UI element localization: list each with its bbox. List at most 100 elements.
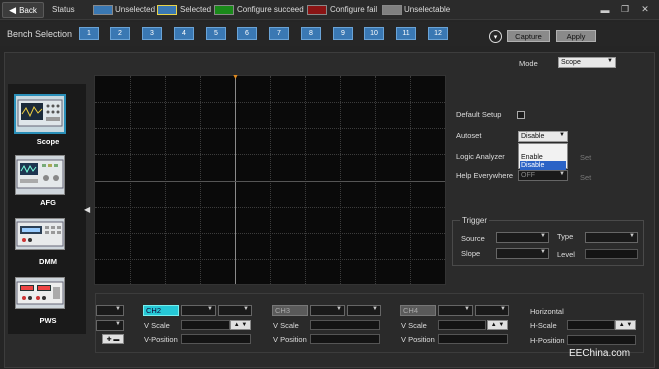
legend-label-fail: Configure fail — [330, 5, 378, 14]
ch3-vscale-label: V Scale — [273, 321, 299, 330]
help-everywhere-value: OFF — [521, 172, 535, 179]
ch4-vscale-field[interactable] — [438, 320, 486, 330]
bench-button-2[interactable]: 2 — [110, 27, 130, 40]
trigger-source-label: Source — [461, 234, 485, 243]
trigger-level-label: Level — [557, 250, 575, 259]
legend-label-succeed: Configure succeed — [237, 5, 304, 14]
ch2-vscale-field[interactable] — [181, 320, 230, 330]
bench-button-12[interactable]: 12 — [428, 27, 448, 40]
ch4-vscale-stepper[interactable]: ▲ ▼ — [487, 320, 508, 330]
chevron-down-icon: ▼ — [540, 249, 546, 255]
bench-button-3[interactable]: 3 — [142, 27, 162, 40]
trigger-slope-select[interactable]: ▼ — [496, 248, 549, 259]
function-generator-icon — [16, 159, 64, 189]
ch3-vposition-label: V Position — [273, 335, 307, 344]
ch3-tag: CH3 — [272, 305, 308, 316]
ch4-vposition-label: V Position — [401, 335, 435, 344]
chevron-down-circle-icon[interactable]: ▾ — [489, 30, 502, 43]
ch2-vscale-label: V Scale — [144, 321, 170, 330]
autoset-dropdown: Enable Disable — [518, 143, 568, 171]
scope-display: ▼ — [94, 74, 446, 285]
h-scale-stepper[interactable]: ▲ ▼ — [615, 320, 636, 330]
h-scale-label: H-Scale — [530, 321, 557, 330]
default-setup-label: Default Setup — [456, 110, 502, 119]
trigger-group — [452, 220, 644, 266]
ch3-coupling-select: ▼ — [310, 305, 345, 316]
ch1-vscale-field[interactable]: ▼ — [96, 320, 124, 331]
ch2-tag[interactable]: CH2 — [143, 305, 179, 316]
bench-button-1[interactable]: 1 — [79, 27, 99, 40]
chevron-down-icon: ▼ — [115, 306, 121, 312]
default-setup-checkbox[interactable] — [517, 111, 525, 119]
chevron-down-icon: ▼ — [500, 306, 506, 312]
mode-select[interactable]: Scope ▼ — [558, 57, 616, 68]
trigger-title: Trigger — [460, 216, 490, 225]
ch4-vposition-slider[interactable] — [438, 334, 508, 344]
trigger-slope-label: Slope — [461, 249, 481, 258]
ch2-vposition-slider[interactable] — [181, 334, 251, 344]
instrument-scope[interactable] — [14, 94, 66, 134]
ch3-probe-select: ▼ — [347, 305, 381, 316]
legend-label-unselected: Unselected — [115, 5, 156, 14]
instrument-dmm[interactable] — [15, 218, 65, 250]
chevron-down-icon: ▼ — [372, 306, 378, 312]
trigger-type-label: Type — [557, 232, 574, 241]
restore-icon[interactable]: ❐ — [618, 3, 632, 16]
legend-label-unselectable: Unselectable — [404, 5, 451, 14]
mode-value: Scope — [561, 59, 581, 66]
h-position-slider[interactable] — [567, 335, 636, 345]
collapse-sidebar-icon[interactable]: ◀ — [84, 205, 92, 217]
ch1-vposition-stepper[interactable]: ✚ ▬ — [102, 334, 124, 344]
ch2-vscale-stepper[interactable]: ▲ ▼ — [230, 320, 251, 330]
autoset-label: Autoset — [456, 131, 482, 140]
bench-button-5[interactable]: 5 — [206, 27, 226, 40]
autoset-select[interactable]: Disable ▼ — [518, 131, 568, 142]
instrument-afg[interactable] — [15, 155, 65, 195]
autoset-value: Disable — [521, 133, 545, 140]
back-label: Back — [19, 5, 37, 15]
ch2-probe-select[interactable]: ▼ — [218, 305, 252, 316]
chevron-down-icon: ▼ — [607, 58, 613, 64]
h-position-label: H-Position — [530, 336, 565, 345]
bench-button-9[interactable]: 9 — [333, 27, 353, 40]
ch4-probe-select: ▼ — [475, 305, 509, 316]
h-scale-field[interactable] — [567, 320, 615, 330]
help-everywhere-label: Help Everywhere — [456, 171, 514, 180]
instrument-pws[interactable] — [15, 277, 65, 309]
legend-swatch-unselectable — [382, 5, 402, 15]
chevron-down-icon: ▼ — [464, 306, 470, 312]
bench-button-4[interactable]: 4 — [174, 27, 194, 40]
chevron-down-icon: ▼ — [540, 233, 546, 239]
capture-button[interactable]: Capture — [507, 30, 550, 42]
bench-button-11[interactable]: 11 — [396, 27, 416, 40]
bench-button-7[interactable]: 7 — [269, 27, 289, 40]
back-arrow-icon: ◀ — [9, 4, 17, 15]
close-icon[interactable]: ✕ — [638, 3, 652, 16]
bench-selection-label: Bench Selection — [7, 29, 73, 39]
apply-button[interactable]: Apply — [556, 30, 596, 42]
chevron-down-icon: ▼ — [559, 132, 565, 138]
multimeter-icon — [16, 221, 64, 247]
instrument-label-pws: PWS — [39, 316, 57, 325]
trigger-source-select[interactable]: ▼ — [496, 232, 549, 243]
trigger-level-input[interactable] — [585, 249, 638, 259]
ch3-vposition-slider — [310, 334, 380, 344]
trigger-type-select[interactable]: ▼ — [585, 232, 638, 243]
chevron-down-icon: ▼ — [336, 306, 342, 312]
legend-swatch-fail — [307, 5, 327, 15]
ch2-coupling-select[interactable]: ▼ — [181, 305, 216, 316]
horizontal-label: Horizontal — [530, 307, 564, 316]
instrument-label-scope: Scope — [36, 137, 60, 146]
logic-analyzer-set[interactable]: Set — [580, 153, 591, 162]
bench-button-6[interactable]: 6 — [237, 27, 257, 40]
ch1-select[interactable]: ▼ — [96, 305, 124, 316]
help-everywhere-set: Set — [580, 173, 592, 182]
legend-label-selected: Selected — [180, 5, 212, 14]
trigger-position-icon[interactable]: ▼ — [232, 74, 239, 81]
legend-swatch-unselected — [93, 5, 113, 15]
help-everywhere-select: OFF ▼ — [518, 170, 568, 181]
bench-button-8[interactable]: 8 — [301, 27, 321, 40]
minimize-icon[interactable]: ▬ — [598, 3, 612, 16]
back-button[interactable]: ◀ Back — [2, 2, 44, 18]
bench-button-10[interactable]: 10 — [364, 27, 384, 40]
